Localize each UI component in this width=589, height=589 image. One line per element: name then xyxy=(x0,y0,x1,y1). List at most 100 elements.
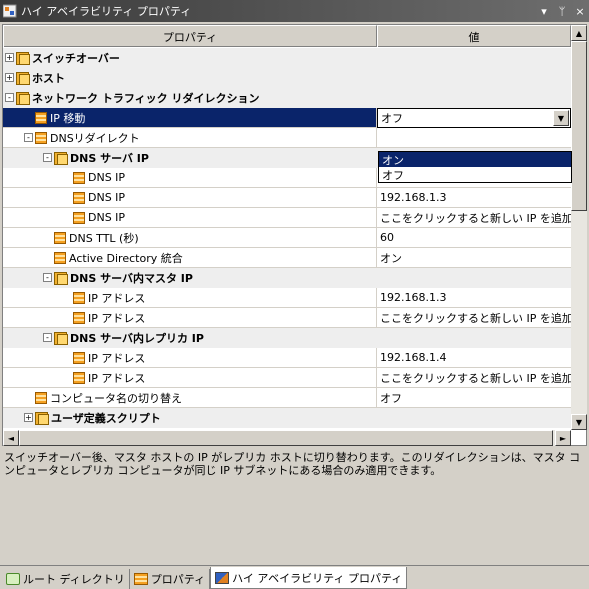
scroll-right-icon[interactable]: ► xyxy=(555,430,571,446)
property-row[interactable]: Active Directory 統合 オン xyxy=(3,248,571,268)
property-row[interactable]: IP アドレス 192.168.1.3 xyxy=(3,288,571,308)
property-name-cell[interactable]: IP アドレス xyxy=(3,348,377,368)
collapse-icon[interactable]: - xyxy=(24,133,33,142)
scroll-left-icon[interactable]: ◄ xyxy=(3,430,19,446)
horizontal-scrollbar[interactable]: ◄ ► xyxy=(3,430,571,446)
property-value-cell[interactable]: 192.168.1.3 xyxy=(377,188,571,208)
property-name-cell[interactable]: コンピュータ名の切り替え xyxy=(3,388,377,408)
tab-high-availability-properties[interactable]: ハイ アベイラビリティ プロパティ xyxy=(210,567,408,589)
property-value-cell[interactable] xyxy=(377,68,571,88)
property-value: オフ xyxy=(381,112,403,125)
window-title: ハイ アベイラビリティ プロパティ xyxy=(21,5,192,18)
property-name-cell[interactable]: IP アドレス xyxy=(3,368,377,388)
property-item-icon xyxy=(73,351,85,364)
property-name-cell[interactable]: DNS IP xyxy=(3,188,377,208)
property-value-cell[interactable]: 60 xyxy=(377,228,571,248)
property-row[interactable]: DNS TTL (秒) 60 xyxy=(3,228,571,248)
collapse-icon[interactable]: - xyxy=(43,333,52,342)
property-row[interactable]: + ユーザ定義スクリプト xyxy=(3,408,571,428)
dropdown-option-off[interactable]: オフ xyxy=(379,167,571,182)
property-name-cell[interactable]: + ユーザ定義スクリプト xyxy=(3,408,377,428)
property-label: DNS IP xyxy=(88,211,126,224)
property-value-cell[interactable] xyxy=(377,88,571,108)
property-value-cell[interactable] xyxy=(377,268,571,288)
property-item-icon xyxy=(35,131,47,144)
property-label: ユーザ定義スクリプト xyxy=(51,411,161,425)
property-item-icon xyxy=(35,111,47,124)
property-value-cell[interactable]: ここをクリックすると新しい IP を追加しま… xyxy=(377,208,571,228)
property-name-cell[interactable]: IP アドレス xyxy=(3,308,377,328)
property-value-cell[interactable]: オフ xyxy=(377,388,571,408)
property-row[interactable]: IP アドレス ここをクリックすると新しい IP を追加しま… xyxy=(3,308,571,328)
property-label: DNS サーバ IP xyxy=(70,151,149,165)
property-name-cell[interactable]: DNS TTL (秒) xyxy=(3,228,377,248)
property-name-cell[interactable]: + スイッチオーバー xyxy=(3,48,377,68)
property-value-cell[interactable] xyxy=(377,48,571,68)
property-item-icon xyxy=(35,391,47,404)
property-row[interactable]: - DNSリダイレクト xyxy=(3,128,571,148)
property-grid: プロパティ 値 + スイッチオーバー + ホスト - ネットワーク トラフィック リダイレ… xyxy=(2,24,587,446)
tab-properties[interactable]: プロパティ xyxy=(130,569,211,589)
horizontal-scroll-thumb[interactable] xyxy=(19,430,553,446)
property-name-cell[interactable]: DNS IP xyxy=(3,208,377,228)
window-menu-icon[interactable]: ▾ xyxy=(535,5,553,18)
property-row[interactable]: - DNS サーバ内レプリカ IP xyxy=(3,328,571,348)
property-value: 192.168.1.4 xyxy=(380,351,447,364)
scroll-down-icon[interactable]: ▼ xyxy=(571,414,587,430)
collapse-icon[interactable]: - xyxy=(43,153,52,162)
dropdown-option-on[interactable]: オン xyxy=(379,152,571,167)
expand-icon[interactable]: + xyxy=(5,53,14,62)
property-row[interactable]: - DNS サーバ内マスタ IP xyxy=(3,268,571,288)
collapse-icon[interactable]: - xyxy=(5,93,14,102)
property-label: DNS IP xyxy=(88,171,126,184)
property-row[interactable]: コンピュータ名の切り替え オフ xyxy=(3,388,571,408)
value-dropdown-list[interactable]: オン オフ xyxy=(378,151,572,183)
property-item-icon xyxy=(73,371,85,384)
property-value-cell[interactable]: ここをクリックすると新しい IP を追加しま… xyxy=(377,368,571,388)
property-row[interactable]: IP アドレス 192.168.1.4 xyxy=(3,348,571,368)
property-name-cell[interactable]: - DNSリダイレクト xyxy=(3,128,377,148)
property-row[interactable]: IP アドレス ここをクリックすると新しい IP を追加しま… xyxy=(3,368,571,388)
property-value-cell[interactable]: オン xyxy=(377,248,571,268)
expand-icon[interactable]: + xyxy=(24,413,33,422)
vertical-scroll-thumb[interactable] xyxy=(571,41,587,211)
property-row[interactable]: DNS IP ここをクリックすると新しい IP を追加しま… xyxy=(3,208,571,228)
property-value-cell[interactable]: オフ ▼ xyxy=(377,108,571,128)
property-name-cell[interactable]: - DNS サーバ内マスタ IP xyxy=(3,268,377,288)
collapse-icon[interactable]: - xyxy=(43,273,52,282)
property-row[interactable]: + スイッチオーバー xyxy=(3,48,571,68)
property-value-cell[interactable]: ここをクリックすると新しい IP を追加しま… xyxy=(377,308,571,328)
property-name-cell[interactable]: - DNS サーバ IP xyxy=(3,148,377,168)
property-group-icon xyxy=(54,271,68,285)
property-row[interactable]: IP 移動 オフ ▼ xyxy=(3,108,571,128)
property-row[interactable]: - ネットワーク トラフィック リダイレクション xyxy=(3,88,571,108)
vertical-scrollbar[interactable]: ▲ ▼ xyxy=(571,25,587,430)
tab-root-directory[interactable]: ルート ディレクトリ xyxy=(2,569,130,589)
property-name-cell[interactable]: + ホスト xyxy=(3,68,377,88)
property-row[interactable]: DNS IP 192.168.1.3 xyxy=(3,188,571,208)
property-column-header[interactable]: プロパティ xyxy=(3,25,377,47)
property-name-cell[interactable]: IP アドレス xyxy=(3,288,377,308)
property-name-cell[interactable]: - ネットワーク トラフィック リダイレクション xyxy=(3,88,377,108)
property-value-cell[interactable] xyxy=(377,328,571,348)
scroll-up-icon[interactable]: ▲ xyxy=(571,25,587,41)
expand-icon[interactable]: + xyxy=(5,73,14,82)
property-label: DNS IP xyxy=(88,191,126,204)
property-value-cell[interactable] xyxy=(377,128,571,148)
dropdown-arrow-icon[interactable]: ▼ xyxy=(553,110,569,126)
property-name-cell[interactable]: Active Directory 統合 xyxy=(3,248,377,268)
folder-icon xyxy=(6,573,20,585)
value-column-header[interactable]: 値 xyxy=(377,25,571,47)
property-value-cell[interactable] xyxy=(377,408,571,428)
property-name-cell[interactable]: DNS IP xyxy=(3,168,377,188)
close-icon[interactable]: × xyxy=(571,5,589,18)
property-value-cell[interactable]: 192.168.1.3 xyxy=(377,288,571,308)
property-label: IP アドレス xyxy=(88,371,146,385)
property-value-cell[interactable]: 192.168.1.4 xyxy=(377,348,571,368)
property-group-icon xyxy=(35,411,49,425)
property-row[interactable]: + ホスト xyxy=(3,68,571,88)
property-name-cell[interactable]: IP 移動 xyxy=(3,108,377,128)
property-name-cell[interactable]: - DNS サーバ内レプリカ IP xyxy=(3,328,377,348)
property-item-icon xyxy=(73,311,85,324)
pin-icon[interactable]: ᛘ xyxy=(553,5,571,18)
